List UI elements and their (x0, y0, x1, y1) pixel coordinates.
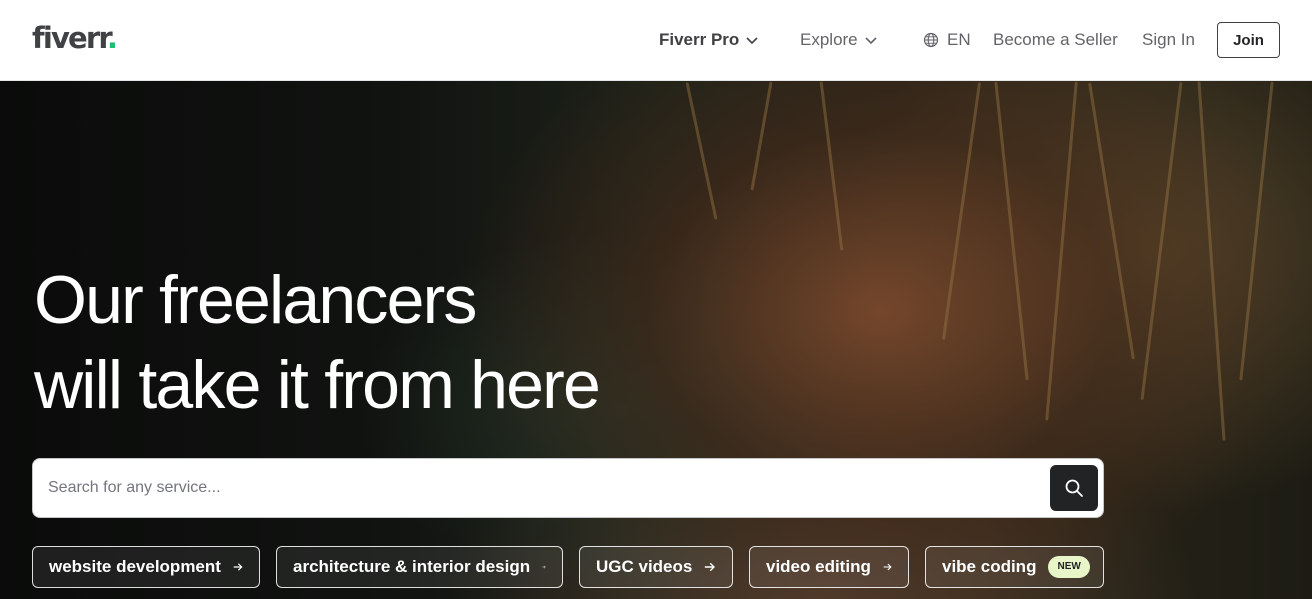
chevron-down-icon (746, 37, 758, 45)
fiverr-logo[interactable]: fiverr. (32, 21, 118, 55)
chip-vibe-coding[interactable]: vibe coding NEW (925, 546, 1104, 588)
logo-text: fiverr (32, 21, 109, 55)
chip-label: vibe coding (942, 557, 1037, 576)
chip-ugc-videos[interactable]: UGC videos (579, 546, 733, 588)
nav-language-label: EN (947, 30, 971, 49)
search-icon (1065, 479, 1083, 497)
globe-icon (923, 32, 939, 48)
nav-fiverr-pro[interactable]: Fiverr Pro (659, 29, 759, 51)
arrow-right-icon (883, 563, 892, 571)
nav-become-seller[interactable]: Become a Seller (993, 29, 1118, 51)
new-badge: NEW (1048, 556, 1090, 578)
arrow-right-icon (705, 562, 716, 572)
hero-headline: Our freelancers will take it from here (34, 258, 601, 428)
nav-language[interactable]: EN (923, 29, 971, 51)
chip-label: UGC videos (596, 557, 693, 576)
chip-architecture-interior-design[interactable]: architecture & interior design (276, 546, 563, 588)
chip-label: website development (49, 557, 221, 576)
nav-become-seller-label: Become a Seller (993, 30, 1118, 49)
nav-sign-in-label: Sign In (1142, 30, 1195, 49)
search-bar (32, 458, 1104, 518)
join-button-label: Join (1233, 31, 1264, 49)
join-button[interactable]: Join (1217, 22, 1280, 58)
nav-explore[interactable]: Explore (800, 29, 878, 51)
chip-label: architecture & interior design (293, 557, 531, 576)
search-button[interactable] (1050, 465, 1098, 511)
logo-dot: . (106, 21, 118, 55)
nav-fiverr-pro-label: Fiverr Pro (659, 30, 740, 49)
search-input[interactable] (48, 471, 1038, 505)
site-header: fiverr. Fiverr Pro Explore EN Become a S… (0, 0, 1312, 81)
chip-label: video editing (766, 557, 871, 576)
arrow-right-icon (542, 565, 546, 569)
chip-video-editing[interactable]: video editing (749, 546, 909, 588)
nav-explore-label: Explore (800, 30, 858, 49)
chip-website-development[interactable]: website development (32, 546, 260, 588)
hero-headline-line2: will take it from here (34, 347, 601, 423)
chevron-down-icon (865, 37, 877, 45)
hero-headline-line1: Our freelancers (34, 262, 477, 338)
nav-sign-in[interactable]: Sign In (1142, 29, 1195, 51)
arrow-right-icon (233, 563, 243, 571)
